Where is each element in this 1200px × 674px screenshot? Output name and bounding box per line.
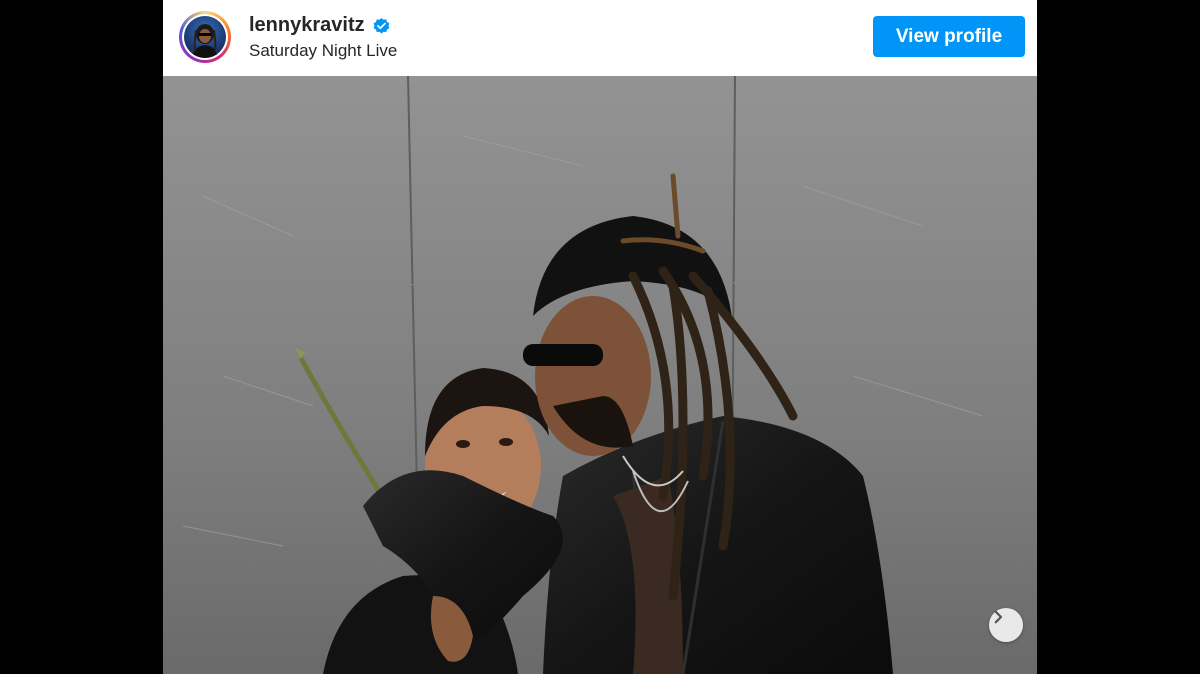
avatar-border <box>182 14 228 60</box>
post-photo[interactable] <box>163 76 1037 674</box>
instagram-embed: lennykravitz Saturday Night Live View pr… <box>163 0 1037 674</box>
avatar[interactable] <box>179 11 231 63</box>
post-location[interactable]: Saturday Night Live <box>249 41 397 61</box>
photo-illustration <box>163 76 1037 674</box>
view-profile-button[interactable]: View profile <box>873 16 1025 57</box>
avatar-image <box>184 16 226 58</box>
username[interactable]: lennykravitz <box>249 14 365 37</box>
username-row: lennykravitz <box>249 14 391 37</box>
verified-badge-icon <box>372 16 391 35</box>
post-header: lennykravitz Saturday Night Live View pr… <box>163 0 1037 76</box>
next-photo-button[interactable] <box>989 608 1023 642</box>
